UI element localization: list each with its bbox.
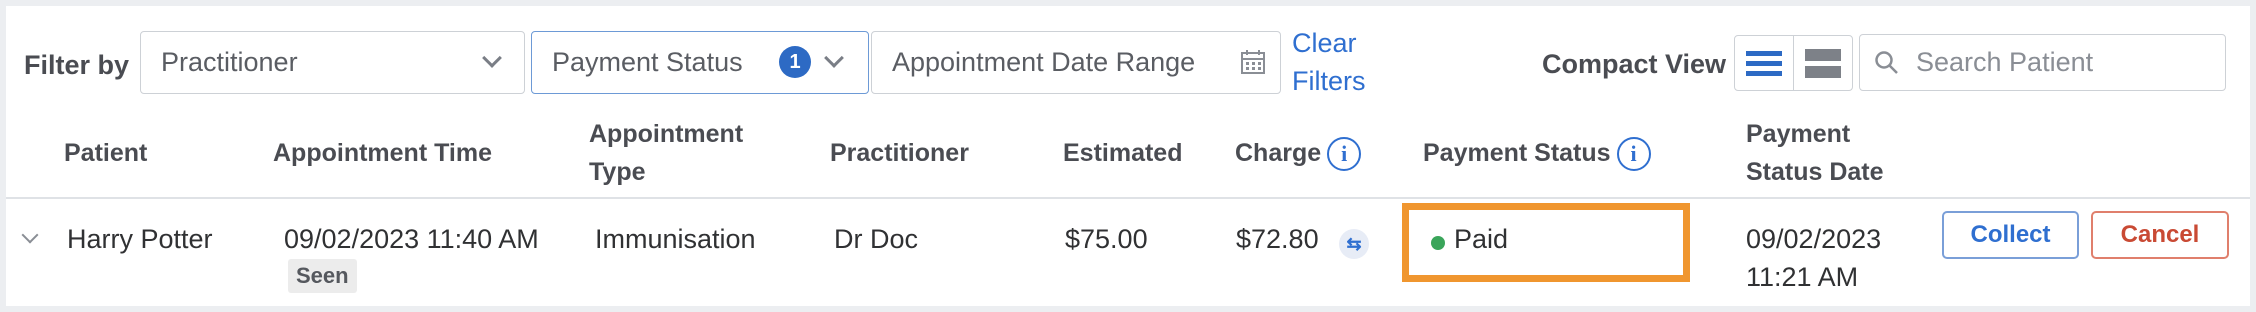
filter-by-label: Filter by: [24, 50, 130, 80]
header-divider: [6, 197, 2250, 199]
swap-icon[interactable]: ⇆: [1339, 229, 1369, 259]
compact-view-label: Compact View: [1542, 49, 1727, 79]
header-payment-status: Payment Status i: [1423, 134, 1651, 172]
calendar-icon: [1241, 50, 1265, 74]
payment-status-filter[interactable]: Payment Status 1: [531, 31, 869, 94]
compact-view-icon-bar: [1805, 65, 1841, 78]
header-charge-text: Charge: [1235, 139, 1322, 167]
header-payment-status-date: Payment Status Date: [1746, 115, 1884, 191]
clear-filters-line2: Filters: [1292, 66, 1366, 96]
header-appointment-type: Appointment Type: [589, 115, 743, 191]
clear-filters-line1: Clear: [1292, 28, 1357, 58]
compact-view-icon: [1805, 48, 1841, 61]
cell-payment-status-date: 09/02/2023 11:21 AM: [1746, 220, 1881, 296]
header-estimated: Estimated: [1063, 139, 1183, 167]
cell-appointment-time: 09/02/2023 11:40 AM: [284, 224, 539, 254]
appointments-panel: Filter by Practitioner Payment Status 1 …: [6, 6, 2250, 306]
clear-filters-link[interactable]: Clear Filters: [1292, 24, 1366, 100]
payment-status-filter-text: Payment Status: [552, 47, 743, 77]
search-icon: [1875, 51, 1898, 74]
practitioner-filter-text: Practitioner: [161, 47, 298, 77]
info-icon[interactable]: i: [1327, 137, 1362, 172]
filter-count-badge: 1: [779, 46, 811, 78]
header-patient: Patient: [64, 139, 148, 167]
cell-estimated: $75.00: [1065, 224, 1148, 254]
collect-button[interactable]: Collect: [1942, 211, 2079, 259]
paid-status-dot: [1431, 236, 1445, 250]
cancel-button[interactable]: Cancel: [2091, 211, 2229, 259]
compact-view-button[interactable]: [1793, 35, 1853, 91]
info-icon[interactable]: i: [1616, 137, 1651, 172]
cell-payment-status-date-line1: 09/02/2023: [1746, 224, 1882, 254]
date-range-filter[interactable]: Appointment Date Range: [871, 31, 1281, 94]
cell-appointment-type: Immunisation: [595, 224, 756, 254]
header-appointment-time: Appointment Time: [273, 139, 492, 167]
cell-practitioner: Dr Doc: [834, 224, 919, 254]
date-range-filter-text: Appointment Date Range: [892, 47, 1196, 77]
cell-payment-status-date-line2: 11:21 AM: [1746, 262, 1859, 292]
practitioner-filter[interactable]: Practitioner: [140, 31, 525, 94]
header-charge: Charge i: [1235, 134, 1362, 172]
header-payment-status-date-line2: Status Date: [1746, 158, 1884, 186]
status-badge: Seen: [288, 259, 357, 293]
cell-patient: Harry Potter: [67, 224, 213, 254]
chevron-down-icon: [482, 48, 502, 68]
cell-payment-status: Paid: [1454, 224, 1509, 254]
header-appointment-type-line2: Type: [589, 158, 646, 186]
list-view-icon: [1746, 50, 1782, 56]
search-patient-input[interactable]: Search Patient: [1859, 34, 2226, 91]
chevron-down-icon: [824, 48, 844, 68]
expand-row-chevron-icon[interactable]: [21, 226, 39, 244]
header-payment-status-date-line1: Payment: [1746, 120, 1851, 148]
header-appointment-type-line1: Appointment: [589, 120, 744, 148]
cell-charge: $72.80: [1236, 224, 1319, 254]
search-placeholder: Search Patient: [1916, 47, 2094, 77]
header-practitioner: Practitioner: [830, 139, 969, 167]
payment-status-highlight: [1402, 203, 1690, 282]
list-view-icon-bar: [1746, 60, 1782, 66]
list-view-icon-bar: [1746, 70, 1782, 76]
header-payment-status-text: Payment Status: [1423, 139, 1611, 167]
list-view-button[interactable]: [1734, 35, 1794, 91]
